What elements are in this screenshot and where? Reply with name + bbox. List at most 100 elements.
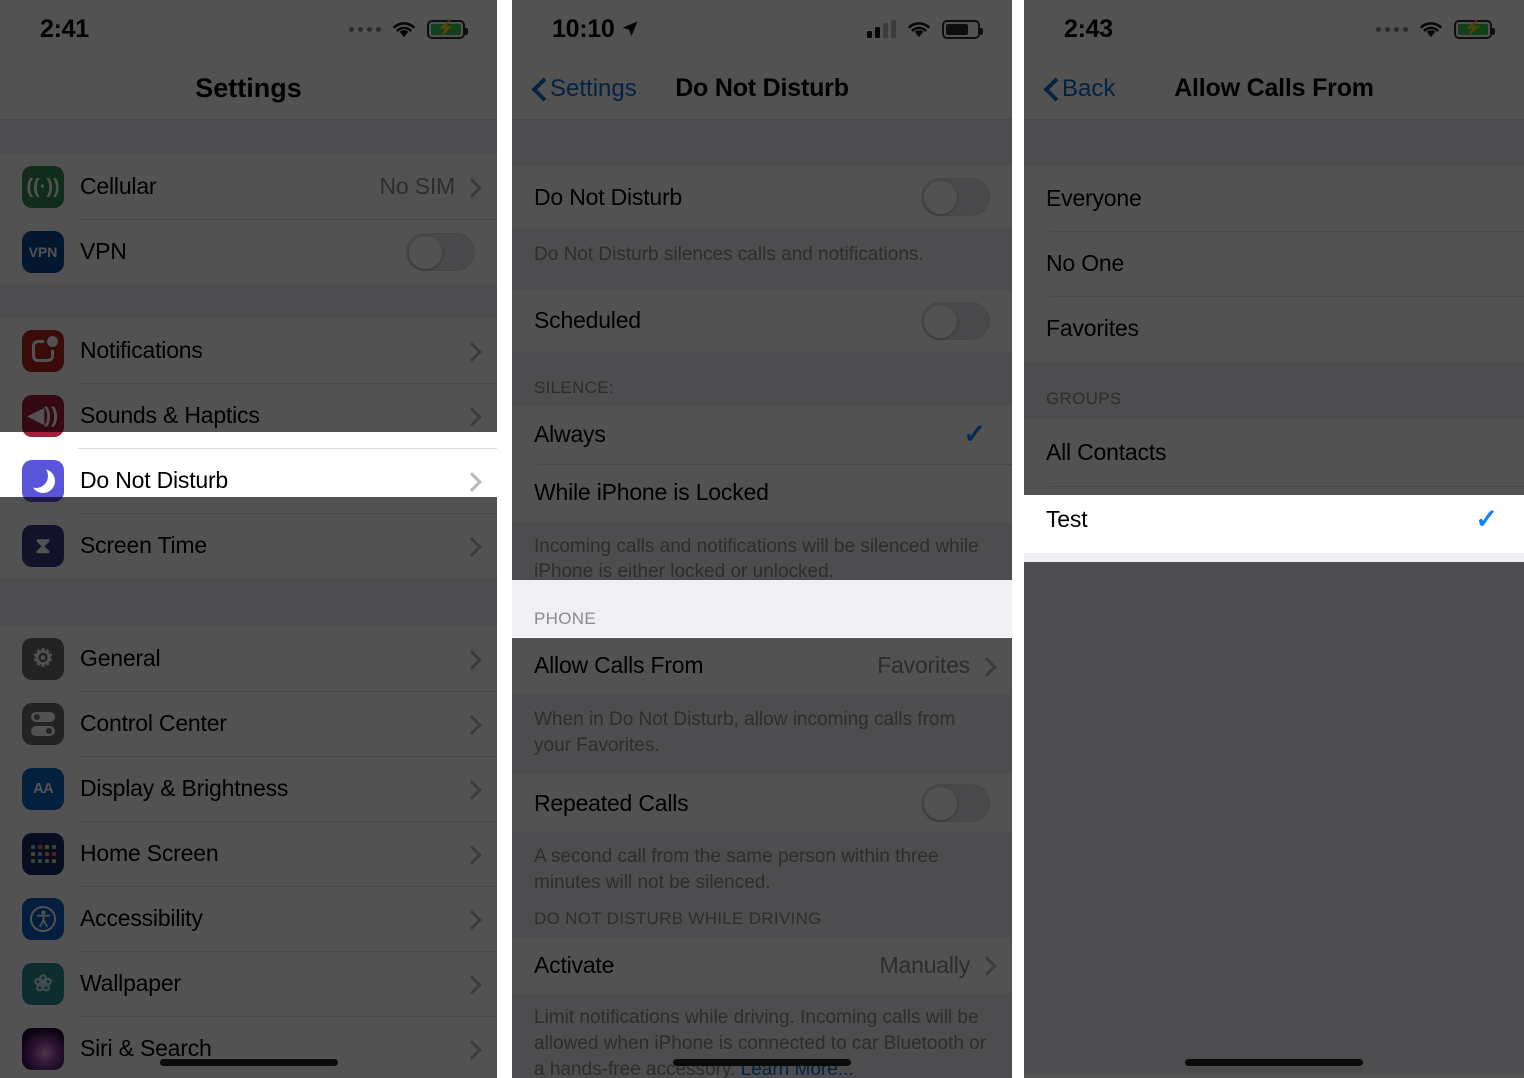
allow-calls-list: Everyone No One Favorites GROUPS All Con…: [1024, 120, 1524, 1073]
list-gap: [1024, 120, 1524, 166]
allow-calls-screen: 2:43 ⚡ Back Allow Calls From Everyone No…: [1024, 0, 1524, 1078]
group-row-test[interactable]: Test ✓: [1024, 486, 1524, 553]
checkmark-icon: ✓: [963, 419, 986, 450]
option-row-everyone[interactable]: Everyone: [1024, 166, 1524, 231]
option-row-favorites[interactable]: Favorites: [1024, 296, 1524, 361]
chevron-right-icon: [980, 956, 990, 974]
settings-row-wallpaper[interactable]: ❀ Wallpaper: [0, 951, 497, 1016]
status-time: 10:10: [552, 15, 639, 44]
silence-note: Incoming calls and notifications will be…: [512, 521, 1012, 595]
repeated-calls-toggle[interactable]: [921, 784, 990, 823]
chevron-left-icon: [532, 77, 546, 101]
status-bar: 2:43 ⚡: [1024, 0, 1524, 58]
status-time: 2:43: [1064, 14, 1113, 43]
row-label: All Contacts: [1046, 439, 1167, 465]
home-screen-icon: [22, 832, 64, 875]
signal-dots-icon: [1376, 26, 1408, 32]
row-activate[interactable]: Activate Manually: [512, 937, 1012, 994]
screen-time-icon: ⧗: [22, 524, 64, 567]
dnd-group-main: Do Not Disturb: [512, 166, 1012, 228]
row-label: Favorites: [1046, 315, 1139, 341]
dnd-group-silence: Always ✓ While iPhone is Locked: [512, 405, 1012, 522]
chevron-right-icon: [465, 845, 475, 863]
row-label: While iPhone is Locked: [534, 479, 769, 506]
dnd-note: Do Not Disturb silences calls and notifi…: [512, 228, 1012, 290]
row-while-locked[interactable]: While iPhone is Locked: [512, 463, 1012, 522]
settings-group-2: Notifications ◀)) Sounds & Haptics Do No…: [0, 318, 497, 578]
chevron-right-icon: [465, 650, 475, 668]
row-label: Allow Calls From: [534, 652, 704, 679]
dnd-group-repeated: Repeated Calls: [512, 774, 1012, 833]
wifi-icon: [908, 21, 930, 37]
settings-row-home-screen[interactable]: Home Screen: [0, 821, 497, 886]
section-header-phone: PHONE: [512, 594, 1012, 637]
panel-settings: 2:41 ⚡ Settings ((·)) Cellular No SIM VP…: [0, 0, 497, 1078]
chevron-right-icon: [465, 342, 475, 360]
row-label: Repeated Calls: [534, 789, 689, 816]
settings-row-general[interactable]: ⚙ General: [0, 626, 497, 691]
section-header-groups: GROUPS: [1024, 361, 1524, 419]
status-indicators: ⚡: [1376, 19, 1495, 39]
checkmark-icon: ✓: [1475, 504, 1498, 534]
settings-row-display-brightness[interactable]: AA Display & Brightness: [0, 756, 497, 821]
back-label: Back: [1062, 74, 1116, 102]
row-label: No One: [1046, 250, 1125, 276]
chevron-right-icon: [465, 910, 475, 928]
row-do-not-disturb[interactable]: Do Not Disturb: [512, 166, 1012, 228]
settings-row-vpn[interactable]: VPN VPN: [0, 219, 497, 284]
settings-row-sounds-haptics[interactable]: ◀)) Sounds & Haptics: [0, 383, 497, 448]
row-allow-calls-from[interactable]: Allow Calls From Favorites: [512, 636, 1012, 695]
panel-divider: [1012, 0, 1024, 1078]
row-label: Home Screen: [80, 840, 219, 866]
list-gap: [0, 284, 497, 318]
settings-row-accessibility[interactable]: Accessibility: [0, 886, 497, 951]
row-label: Activate: [534, 951, 615, 978]
settings-row-control-center[interactable]: Control Center: [0, 691, 497, 756]
dnd-group-phone: Allow Calls From Favorites: [512, 636, 1012, 695]
row-label: Do Not Disturb: [80, 467, 229, 493]
chevron-right-icon: [465, 472, 475, 490]
settings-navbar: Settings: [0, 58, 497, 120]
repeated-calls-note: A second call from the same person withi…: [512, 832, 1012, 902]
row-scheduled[interactable]: Scheduled: [512, 289, 1012, 352]
dnd-group-scheduled: Scheduled: [512, 289, 1012, 352]
location-arrow-icon: [623, 21, 638, 37]
chevron-right-icon: [465, 1040, 475, 1058]
row-label: Screen Time: [80, 532, 207, 558]
settings-row-notifications[interactable]: Notifications: [0, 318, 497, 383]
do-not-disturb-toggle[interactable]: [921, 178, 990, 216]
back-button[interactable]: Settings: [512, 75, 637, 103]
battery-charging-icon: ⚡: [427, 19, 468, 39]
battery-icon: [942, 19, 983, 39]
status-bar: 2:41 ⚡: [0, 0, 497, 58]
cellular-icon: ((·)): [22, 165, 64, 208]
status-indicators: ⚡: [349, 19, 468, 39]
control-center-icon: [22, 702, 64, 745]
allow-calls-groups-group: All Contacts Test ✓: [1024, 419, 1524, 553]
scheduled-toggle[interactable]: [921, 301, 990, 340]
settings-row-siri-search[interactable]: Siri & Search: [0, 1016, 497, 1078]
allow-calls-options-group: Everyone No One Favorites: [1024, 166, 1524, 361]
signal-bars-icon: [867, 20, 896, 38]
row-always[interactable]: Always ✓: [512, 405, 1012, 464]
back-label: Settings: [550, 74, 637, 102]
back-button[interactable]: Back: [1024, 75, 1115, 103]
row-label: Display & Brightness: [80, 775, 289, 801]
settings-row-screen-time[interactable]: ⧗ Screen Time: [0, 513, 497, 578]
chevron-right-icon: [465, 407, 475, 425]
option-row-no-one[interactable]: No One: [1024, 231, 1524, 296]
row-label: Cellular: [80, 173, 157, 199]
settings-group-1: ((·)) Cellular No SIM VPN VPN: [0, 154, 497, 284]
list-gap: [512, 120, 1012, 166]
row-label: VPN: [80, 238, 127, 264]
dnd-navbar: Settings Do Not Disturb: [512, 58, 1012, 120]
siri-search-icon: [22, 1027, 64, 1070]
row-label: Everyone: [1046, 185, 1142, 211]
row-repeated-calls[interactable]: Repeated Calls: [512, 774, 1012, 833]
settings-row-do-not-disturb[interactable]: Do Not Disturb: [0, 448, 497, 513]
settings-row-cellular[interactable]: ((·)) Cellular No SIM: [0, 154, 497, 219]
vpn-toggle[interactable]: [406, 232, 475, 271]
dnd-list: Do Not Disturb Do Not Disturb silences c…: [512, 120, 1012, 1078]
group-row-all-contacts[interactable]: All Contacts: [1024, 419, 1524, 486]
panel-do-not-disturb: 10:10 Settings Do Not Disturb Do Not Dis…: [512, 0, 1012, 1078]
